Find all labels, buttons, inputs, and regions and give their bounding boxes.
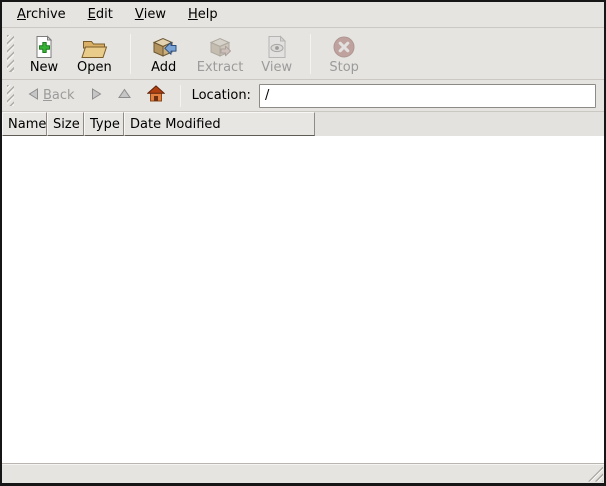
- view-button-label: View: [261, 60, 292, 75]
- back-arrow-icon: [28, 88, 39, 104]
- home-button[interactable]: [141, 81, 171, 110]
- menu-view[interactable]: View: [126, 3, 175, 26]
- statusbar: [2, 463, 604, 483]
- archive-manager-window: Archive Edit View Help New: [0, 0, 606, 486]
- main-toolbar: New Open Add: [2, 28, 604, 80]
- navbar-drag-handle[interactable]: [7, 85, 14, 107]
- stop-button[interactable]: Stop: [321, 30, 367, 78]
- add-files-icon: [151, 33, 177, 59]
- add-button-label: Add: [151, 60, 176, 75]
- view-file-icon: [266, 33, 288, 59]
- toolbar-separator: [130, 34, 131, 74]
- location-label: Location:: [192, 88, 251, 103]
- file-list-area[interactable]: [2, 136, 604, 463]
- stop-icon: [332, 33, 356, 59]
- add-button[interactable]: Add: [141, 30, 187, 78]
- new-archive-icon: [32, 33, 56, 59]
- toolbar-separator: [310, 34, 311, 74]
- back-button-label: Back: [43, 88, 75, 103]
- home-icon: [147, 85, 165, 106]
- new-button-label: New: [30, 60, 58, 75]
- stop-button-label: Stop: [329, 60, 359, 75]
- new-button[interactable]: New: [21, 30, 67, 78]
- column-header-filler: [315, 112, 604, 136]
- location-input[interactable]: [259, 84, 596, 108]
- menu-help[interactable]: Help: [179, 3, 227, 26]
- back-button[interactable]: Back: [22, 84, 81, 108]
- column-header-date-modified[interactable]: Date Modified: [124, 112, 315, 136]
- column-header-size[interactable]: Size: [47, 112, 84, 136]
- open-button-label: Open: [77, 60, 112, 75]
- extract-button[interactable]: Extract: [189, 30, 252, 78]
- menu-archive[interactable]: Archive: [8, 3, 75, 26]
- resize-grip[interactable]: [588, 467, 603, 482]
- navigation-bar: Back Location:: [2, 80, 604, 112]
- file-list-header: Name Size Type Date Modified: [2, 112, 604, 136]
- forward-arrow-icon: [91, 88, 102, 104]
- column-header-type[interactable]: Type: [84, 112, 124, 136]
- menubar: Archive Edit View Help: [2, 2, 604, 28]
- up-button[interactable]: [112, 84, 137, 107]
- up-arrow-icon: [118, 88, 131, 103]
- open-button[interactable]: Open: [69, 30, 120, 78]
- column-header-name[interactable]: Name: [2, 112, 47, 136]
- open-archive-icon: [81, 33, 108, 59]
- extract-icon: [207, 33, 233, 59]
- toolbar-drag-handle[interactable]: [7, 35, 14, 73]
- navbar-separator: [180, 85, 181, 107]
- extract-button-label: Extract: [197, 60, 244, 75]
- view-button[interactable]: View: [253, 30, 300, 78]
- forward-button[interactable]: [85, 84, 108, 108]
- menu-edit[interactable]: Edit: [79, 3, 122, 26]
